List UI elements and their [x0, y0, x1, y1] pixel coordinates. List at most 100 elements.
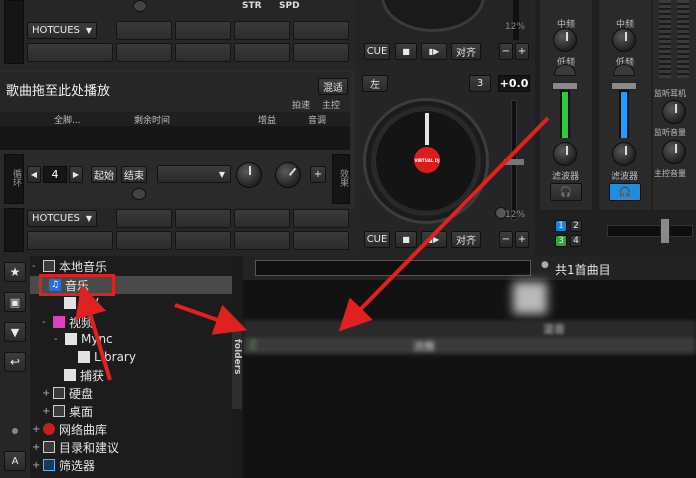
hotcue-pad-6[interactable]: [116, 43, 172, 62]
hotcue-pad-5[interactable]: [27, 43, 113, 62]
font-size-button[interactable]: A: [4, 451, 26, 471]
sync-button[interactable]: 对齐: [451, 231, 481, 248]
tree-item-capture[interactable]: 捕获: [64, 366, 104, 384]
mix-button[interactable]: 混适: [318, 78, 348, 95]
deck-select-2[interactable]: 2: [570, 220, 582, 232]
pitch-slider[interactable]: [504, 100, 524, 220]
hotcue-pad-b6[interactable]: [116, 231, 172, 250]
platter-top[interactable]: [381, 0, 485, 32]
hotcue-pad-4[interactable]: [293, 21, 349, 40]
hotcues-label-2: HOTCUES: [32, 213, 80, 224]
search-input[interactable]: [255, 260, 531, 276]
deck-number-button[interactable]: 3: [469, 75, 491, 92]
pitch-slider-handle[interactable]: [504, 159, 524, 165]
folder-add-icon[interactable]: ▣: [4, 292, 26, 312]
tree-item-mv[interactable]: MV: [64, 294, 99, 312]
fader-handle-left[interactable]: [552, 82, 578, 90]
hotcue-pad-b5[interactable]: [27, 231, 113, 250]
hotcue-pad-2[interactable]: [175, 21, 231, 40]
deck-select-1[interactable]: 1: [555, 220, 567, 232]
expand-icon[interactable]: +: [42, 388, 50, 399]
expand-icon[interactable]: +: [42, 406, 50, 417]
effect-dropdown[interactable]: ▼: [157, 165, 231, 183]
video-icon: [53, 316, 65, 328]
pitch-minus-top[interactable]: −: [499, 43, 513, 60]
crossfader[interactable]: [607, 218, 693, 244]
hotcue-pad-b9[interactable]: [293, 231, 349, 250]
play-button[interactable]: ▮▶: [421, 231, 447, 248]
desktop-icon: [53, 405, 65, 417]
hotcue-pad-b7[interactable]: [175, 231, 231, 250]
effect-knob-2[interactable]: [275, 162, 301, 188]
cue-button[interactable]: CUE: [364, 231, 390, 248]
platter[interactable]: VIRTUAL DJ: [363, 98, 489, 224]
sync-button-top[interactable]: 对齐: [451, 43, 481, 60]
pitch-slider-top[interactable]: [513, 0, 519, 40]
hotcue-pad-3[interactable]: [234, 21, 290, 40]
tree-item-filters[interactable]: + 筛选器: [32, 456, 95, 474]
cue-button-top[interactable]: CUE: [364, 43, 390, 60]
filter-knob-right[interactable]: [612, 142, 636, 166]
hotcue-pad-8[interactable]: [234, 43, 290, 62]
effect-knob-1[interactable]: [236, 162, 262, 188]
favorites-icon[interactable]: ★: [4, 262, 26, 282]
crossfader-handle[interactable]: [660, 218, 670, 244]
tree-item-library[interactable]: Library: [78, 348, 136, 366]
tree-item-harddisk[interactable]: + 硬盘: [42, 384, 93, 402]
effect-add-button[interactable]: +: [310, 166, 326, 183]
hotcue-pad-1[interactable]: [116, 21, 172, 40]
headphone-mix-knob[interactable]: [662, 100, 686, 124]
loop-increase-button[interactable]: ▶: [69, 166, 83, 183]
loop-knob-small[interactable]: [132, 188, 146, 200]
hotcue-pad-b1[interactable]: [116, 209, 172, 228]
hotcues-dropdown[interactable]: HOTCUES ▼: [27, 22, 97, 39]
pitch-plus-top[interactable]: +: [515, 43, 529, 60]
back-arrow-icon[interactable]: ↩: [4, 352, 26, 372]
headphone-cue-left[interactable]: 🎧: [550, 183, 582, 201]
collapse-icon[interactable]: -: [32, 261, 40, 272]
pitch-plus[interactable]: +: [515, 231, 529, 248]
filter-knob-left[interactable]: [553, 142, 577, 166]
deck-select-3[interactable]: 3: [555, 235, 567, 247]
collapse-icon[interactable]: -: [42, 317, 50, 328]
hotcues-dropdown-2[interactable]: HOTCUES ▼: [27, 210, 97, 227]
volume-fader-left[interactable]: [552, 82, 578, 138]
tree-item-catalog[interactable]: + 目录和建议: [32, 438, 119, 456]
tree-item-online-library[interactable]: + 网络曲库: [32, 420, 107, 438]
tree-item-desktop[interactable]: + 桌面: [42, 402, 93, 420]
deck-select-4[interactable]: 4: [570, 235, 582, 247]
tree-item-local-music[interactable]: - 本地音乐: [32, 257, 107, 275]
mid-eq-knob-right[interactable]: [612, 28, 636, 52]
loop-in-button[interactable]: 起始: [91, 166, 117, 183]
expand-icon[interactable]: +: [32, 442, 40, 453]
stop-button-top[interactable]: ■: [395, 43, 417, 60]
file-list-panel: ● 共1首曲目 混音 ♫ 流推: [243, 256, 696, 478]
hotcue-pad-b4[interactable]: [293, 209, 349, 228]
folders-tab[interactable]: folders: [231, 330, 243, 410]
track-row[interactable]: ♫ 流推: [243, 336, 696, 354]
tree-label: MV: [80, 296, 99, 310]
expand-icon[interactable]: +: [32, 424, 40, 435]
filter-add-icon[interactable]: ▼: [4, 322, 26, 342]
stop-button[interactable]: ■: [395, 231, 417, 248]
mid-eq-knob[interactable]: [553, 28, 577, 52]
pitch-minus[interactable]: −: [499, 231, 513, 248]
hotcue-pad-9[interactable]: [293, 43, 349, 62]
headphone-volume-knob[interactable]: [662, 140, 686, 164]
tree-item-mync[interactable]: - Mync: [54, 330, 113, 348]
fader-handle-right[interactable]: [611, 82, 637, 90]
play-button-top[interactable]: ▮▶: [421, 43, 447, 60]
column-mix: 混音: [543, 323, 565, 336]
hotcue-pad-b8[interactable]: [234, 231, 290, 250]
collapse-icon[interactable]: -: [54, 334, 62, 345]
deck-left-select[interactable]: 左: [362, 75, 388, 92]
hotcue-pad-b2[interactable]: [175, 209, 231, 228]
volume-fader-right[interactable]: [611, 82, 637, 138]
loop-out-button[interactable]: 结束: [121, 166, 147, 183]
expand-icon[interactable]: +: [32, 460, 40, 471]
hotcue-pad-7[interactable]: [175, 43, 231, 62]
hotcue-pad-b3[interactable]: [234, 209, 290, 228]
tree-item-video[interactable]: - 视频: [42, 313, 93, 331]
headphone-cue-right[interactable]: 🎧: [609, 183, 641, 201]
loop-decrease-button[interactable]: ◀: [27, 166, 41, 183]
